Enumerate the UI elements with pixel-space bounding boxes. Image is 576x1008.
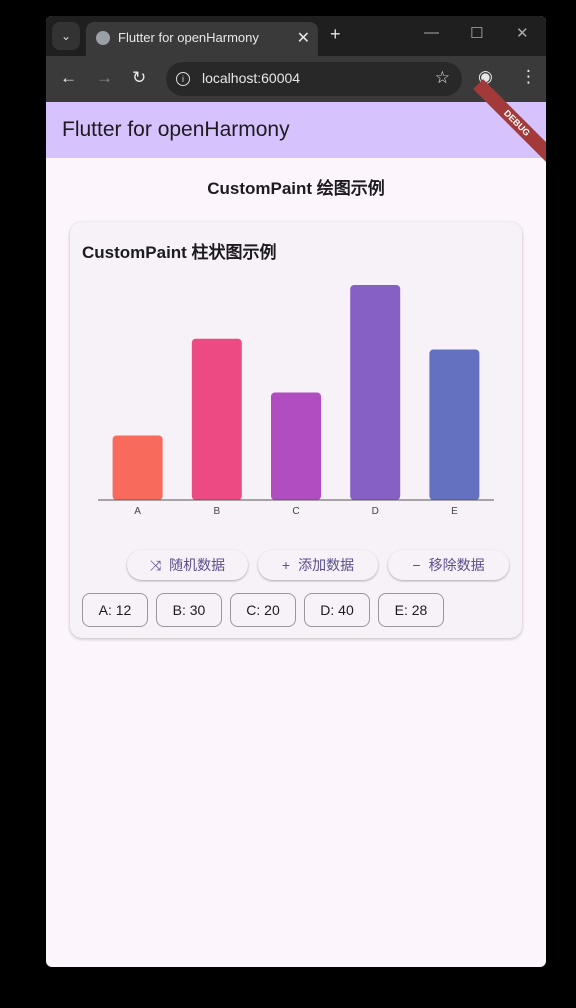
globe-icon	[96, 31, 110, 45]
bar-d	[350, 285, 401, 500]
data-chip-e[interactable]: E: 28	[378, 593, 444, 627]
close-icon[interactable]: ✕	[297, 28, 310, 48]
chart-card: CustomPaint 柱状图示例 A B C D E ⤨ 随机数据 + 添加数据 − …	[70, 222, 522, 638]
address-bar[interactable]: i localhost:60004 ☆	[166, 62, 462, 96]
browser-toolbar: ← → ↻ i localhost:60004 ☆ ◉ ⋮	[46, 56, 546, 102]
forward-icon[interactable]: →	[96, 68, 113, 88]
tab-strip: ⌄ Flutter for openHarmony ✕ + — ☐ ✕	[46, 16, 546, 56]
minimize-icon[interactable]: —	[424, 24, 439, 41]
app-bar: Flutter for openHarmony DEBUG	[46, 79, 546, 167]
plus-icon: +	[281, 557, 291, 573]
tab-search-icon[interactable]: ⌄	[52, 22, 80, 50]
data-chip-c[interactable]: C: 20	[230, 593, 296, 627]
data-chip-d[interactable]: D: 40	[304, 593, 370, 627]
site-info-icon[interactable]: i	[176, 72, 190, 86]
data-chip-a[interactable]: A: 12	[82, 593, 148, 627]
tab-title: Flutter for openHarmony	[118, 30, 259, 45]
random-data-button[interactable]: ⤨ 随机数据	[127, 550, 248, 580]
add-data-label: 添加数据	[298, 557, 355, 573]
back-icon[interactable]: ←	[60, 68, 77, 88]
card-title: CustomPaint 柱状图示例	[82, 243, 277, 262]
bar-chart: A B C D E	[98, 285, 494, 517]
random-data-label: 随机数据	[169, 557, 226, 573]
maximize-icon[interactable]: ☐	[470, 24, 483, 42]
page-title: CustomPaint 绘图示例	[207, 179, 385, 198]
add-data-button[interactable]: + 添加数据	[258, 550, 378, 580]
bar-a	[112, 435, 163, 500]
bookmark-star-icon[interactable]: ☆	[435, 68, 450, 88]
remove-data-label: 移除数据	[428, 557, 485, 573]
url-text: localhost:60004	[202, 70, 301, 86]
x-tick-label: D	[372, 506, 379, 517]
shuffle-icon: ⤨	[149, 556, 162, 573]
new-tab-icon[interactable]: +	[330, 24, 341, 45]
remove-data-button[interactable]: − 移除数据	[388, 550, 509, 580]
app-title: Flutter for openHarmony	[62, 118, 290, 141]
browser-window: ⌄ Flutter for openHarmony ✕ + — ☐ ✕ ← → …	[46, 16, 546, 967]
bar-c	[271, 392, 321, 500]
bar-e	[429, 349, 480, 500]
x-tick-label: B	[213, 506, 220, 517]
x-tick-label: A	[134, 506, 141, 517]
minus-icon: −	[412, 557, 421, 573]
data-chip-b[interactable]: B: 30	[156, 593, 222, 627]
window-close-icon[interactable]: ✕	[516, 24, 529, 42]
tab-active[interactable]: Flutter for openHarmony ✕	[86, 22, 318, 56]
x-tick-label: C	[292, 506, 299, 517]
x-tick-label: E	[451, 506, 458, 517]
bar-b	[191, 338, 242, 500]
reload-icon[interactable]: ↻	[132, 68, 146, 88]
menu-kebab-icon[interactable]: ⋮	[520, 67, 537, 87]
